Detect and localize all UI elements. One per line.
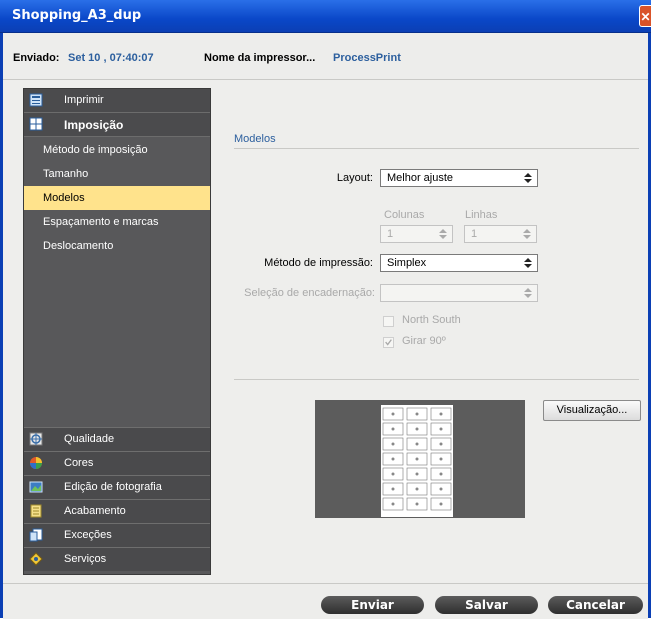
print-method-value: Simplex: [387, 257, 427, 269]
sidebar-item-label: Imprimir: [64, 94, 104, 106]
print-method-select[interactable]: Simplex: [380, 254, 538, 272]
updown-arrow-icon: [524, 258, 532, 268]
sidebar-item-edicao-fotografia[interactable]: Edição de fotografia: [24, 475, 210, 499]
photo-edit-icon: [29, 481, 43, 493]
exceptions-icon: [29, 528, 43, 542]
imposed-pages-thumbnail: [382, 407, 452, 511]
sidebar-subitem-espacamento[interactable]: Espaçamento e marcas: [24, 210, 210, 234]
rows-label: Linhas: [465, 209, 498, 221]
sidebar-item-label: Cores: [64, 457, 94, 469]
columns-stepper[interactable]: 1: [380, 225, 453, 243]
sidebar-subitem-label: Método de imposição: [43, 144, 148, 156]
sidebar-subitem-tamanho[interactable]: Tamanho: [24, 162, 210, 186]
updown-arrow-icon: [439, 229, 447, 239]
layout-preview: [315, 400, 525, 518]
sidebar-item-label: Imposição: [64, 118, 124, 132]
sidebar-subitem-modelos[interactable]: Modelos: [24, 186, 210, 210]
printer-value: ProcessPrint: [333, 52, 401, 64]
updown-arrow-icon: [524, 288, 532, 298]
updown-arrow-icon: [523, 229, 531, 239]
sidebar-item-imposicao[interactable]: Imposição: [24, 113, 210, 137]
sidebar-item-label: Acabamento: [64, 505, 126, 517]
north-south-checkbox[interactable]: [383, 316, 394, 327]
printer-label: Nome da impressor...: [204, 52, 316, 64]
binding-select[interactable]: [380, 284, 538, 302]
sidebar-item-cores[interactable]: Cores: [24, 451, 210, 475]
services-icon: [29, 552, 43, 566]
sidebar-item-excecoes[interactable]: Exceções: [24, 523, 210, 547]
save-button[interactable]: Salvar: [435, 596, 538, 614]
preview-sheet: [381, 405, 453, 517]
sidebar-subitem-label: Modelos: [43, 192, 85, 204]
imposition-icon: [29, 117, 43, 131]
sidebar-item-label: Serviços: [64, 553, 107, 565]
sidebar-item-label: Edição de fotografia: [64, 481, 162, 493]
job-info-bar: Enviado: Set 10 , 07:40:07 Nome da impre…: [3, 33, 648, 80]
dialog-footer: Enviar Salvar Cancelar: [3, 583, 648, 619]
finishing-icon: [30, 504, 42, 518]
sidebar-item-label: Qualidade: [64, 433, 115, 445]
sidebar-subitem-metodo-imposicao[interactable]: Método de imposição: [24, 138, 210, 162]
window-title: Shopping_A3_dup: [12, 8, 142, 23]
job-properties-window: Enviado: Set 10 , 07:40:07 Nome da impre…: [0, 33, 651, 619]
section-divider: [234, 148, 639, 149]
sidebar-subitem-label: Deslocamento: [43, 240, 114, 252]
send-button[interactable]: Enviar: [321, 596, 424, 614]
sidebar-subitem-label: Tamanho: [43, 168, 89, 180]
layout-label: Layout:: [336, 172, 373, 184]
north-south-label: North South: [402, 314, 461, 326]
print-method-label: Método de impressão:: [264, 257, 373, 269]
check-mark-icon: [385, 339, 392, 346]
sidebar-item-servicos[interactable]: Serviços: [24, 547, 210, 571]
sidebar-item-qualidade[interactable]: Qualidade: [24, 427, 210, 451]
cancel-button[interactable]: Cancelar: [548, 596, 643, 614]
preview-button[interactable]: Visualização...: [543, 400, 641, 421]
sidebar-item-label: Exceções: [64, 529, 112, 541]
rotate-90-checkbox[interactable]: [383, 337, 394, 348]
binding-label: Seleção de encadernação:: [244, 287, 375, 299]
sidebar-item-imprimir[interactable]: Imprimir: [24, 89, 210, 113]
rows-value: 1: [471, 228, 478, 240]
settings-sidebar: Imprimir Imposição Método de imposição T…: [23, 88, 211, 575]
sidebar-subitem-label: Espaçamento e marcas: [43, 216, 159, 228]
title-bar: Shopping_A3_dup ✕: [0, 0, 651, 33]
rotate-90-label: Girar 90º: [402, 335, 446, 347]
layout-select[interactable]: Melhor ajuste: [380, 169, 538, 187]
sidebar-subitem-deslocamento[interactable]: Deslocamento: [24, 234, 210, 258]
sent-label: Enviado:: [13, 52, 60, 64]
rows-stepper[interactable]: 1: [464, 225, 537, 243]
updown-arrow-icon: [524, 173, 532, 183]
sent-value: Set 10 , 07:40:07: [68, 52, 154, 64]
modelos-panel: Modelos Layout: Melhor ajuste Colunas Li…: [211, 81, 648, 583]
layout-value: Melhor ajuste: [387, 172, 454, 184]
section-title: Modelos: [234, 133, 276, 145]
colors-icon: [30, 457, 42, 469]
quality-icon: [29, 432, 43, 446]
sidebar-item-acabamento[interactable]: Acabamento: [24, 499, 210, 523]
columns-label: Colunas: [384, 209, 425, 221]
print-settings-icon: [29, 93, 43, 107]
close-button[interactable]: ✕: [639, 5, 651, 27]
preview-divider: [234, 379, 639, 380]
columns-value: 1: [387, 228, 394, 240]
